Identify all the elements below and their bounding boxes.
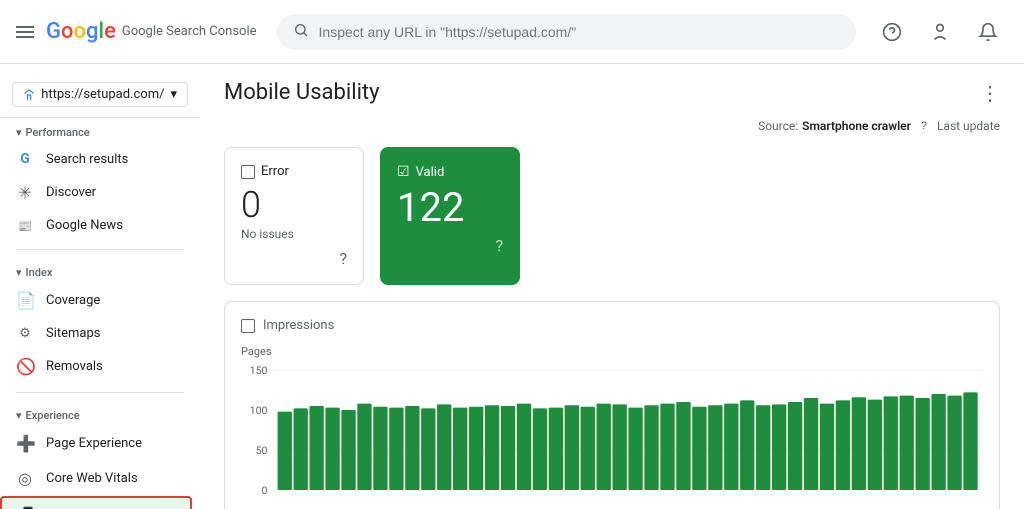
svg-text:100: 100 <box>250 404 268 417</box>
url-inspect-input[interactable] <box>319 24 840 40</box>
divider-2 <box>16 392 184 393</box>
chart-label: Impressions <box>263 318 334 333</box>
property-dropdown-icon: ▾ <box>170 87 177 102</box>
section-arrow-experience: ▾ <box>16 409 22 422</box>
sidebar-label-page-experience: Page Experience <box>46 436 142 451</box>
removals-icon: 🚫 <box>16 357 34 376</box>
property-selector-area: https://setupad.com/ ▾ <box>0 82 200 118</box>
section-arrow-index: ▾ <box>16 266 22 279</box>
sidebar-item-mobile-usability[interactable]: 📱 Mobile Usability <box>0 496 192 509</box>
svg-text:50: 50 <box>256 444 268 457</box>
sidebar-item-google-news[interactable]: 📰 Google News <box>0 210 192 241</box>
more-options-button[interactable]: ⋮ <box>980 81 1000 105</box>
valid-card-header: ☑ Valid <box>397 164 503 180</box>
sidebar-label-search-results: Search results <box>46 152 128 167</box>
section-index[interactable]: ▾ Index <box>0 258 200 283</box>
source-bar: Source: Smartphone crawler ? Last update <box>200 113 1024 147</box>
page-experience-icon: ➕ <box>16 434 34 453</box>
error-checkbox[interactable] <box>241 165 255 179</box>
discover-icon: ✳ <box>16 183 34 202</box>
help-button[interactable] <box>872 12 912 52</box>
sidebar-item-sitemaps[interactable]: ⚙ Sitemaps <box>0 318 192 349</box>
sidebar-item-coverage[interactable]: 📄 Coverage <box>0 283 192 318</box>
valid-count: 122 <box>397 188 503 228</box>
sidebar-label-core-web-vitals: Core Web Vitals <box>46 471 138 486</box>
status-cards: Error 0 No issues ? ☑ Valid 122 ? <box>224 147 1000 285</box>
chart-checkbox[interactable] <box>241 319 255 333</box>
divider-1 <box>16 249 184 250</box>
sidebar-item-removals[interactable]: 🚫 Removals <box>0 349 192 384</box>
source-value: Smartphone crawler <box>802 119 911 133</box>
error-count: 0 <box>241 187 347 223</box>
error-help-icon[interactable]: ? <box>241 249 347 268</box>
sidebar-label-google-news: Google News <box>46 218 123 233</box>
sidebar: https://setupad.com/ ▾ ▾ Performance G S… <box>0 64 200 509</box>
error-sublabel: No issues <box>241 227 347 241</box>
chart-area: 150 100 50 0 <box>241 360 983 509</box>
valid-card[interactable]: ☑ Valid 122 ? <box>380 147 520 285</box>
main-content: Mobile Usability ⋮ Source: Smartphone cr… <box>200 64 1024 509</box>
search-icon <box>293 22 309 42</box>
chart-card: Impressions Pages 150 100 50 0 <box>224 301 1000 509</box>
coverage-icon: 📄 <box>16 291 34 310</box>
property-url: https://setupad.com/ <box>41 87 164 102</box>
logo: Google Google Search Console <box>46 19 257 44</box>
valid-checkbox-checked: ☑ <box>397 164 410 180</box>
page-header: Mobile Usability ⋮ <box>200 64 1024 113</box>
error-card-header: Error <box>241 164 347 179</box>
section-performance[interactable]: ▾ Performance <box>0 118 200 143</box>
bar-chart: 150 100 50 0 <box>241 360 983 509</box>
main-layout: https://setupad.com/ ▾ ▾ Performance G S… <box>0 64 1024 509</box>
sidebar-item-discover[interactable]: ✳ Discover <box>0 175 192 210</box>
core-web-vitals-icon: ◎ <box>16 469 34 488</box>
sidebar-label-removals: Removals <box>46 359 103 374</box>
sidebar-item-search-results[interactable]: G Search results <box>0 143 192 175</box>
source-help-icon[interactable]: ? <box>915 117 933 135</box>
section-arrow-performance: ▾ <box>16 126 22 139</box>
notifications-button[interactable] <box>968 12 1008 52</box>
sitemaps-icon: ⚙ <box>16 326 34 341</box>
sidebar-item-core-web-vitals[interactable]: ◎ Core Web Vitals <box>0 461 192 496</box>
page-title: Mobile Usability <box>224 80 380 105</box>
sidebar-label-sitemaps: Sitemaps <box>46 326 101 341</box>
chart-header: Impressions <box>241 318 983 333</box>
error-card[interactable]: Error 0 No issues ? <box>224 147 364 285</box>
error-label: Error <box>261 164 289 179</box>
valid-label: Valid <box>416 165 445 180</box>
cards-area: Error 0 No issues ? ☑ Valid 122 ? <box>200 147 1024 509</box>
google-wordmark: Google <box>46 19 116 44</box>
sidebar-item-page-experience[interactable]: ➕ Page Experience <box>0 426 192 461</box>
sidebar-label-coverage: Coverage <box>46 293 100 308</box>
google-news-icon: 📰 <box>16 219 34 233</box>
source-label: Source: <box>758 119 798 133</box>
last-update-label: Last update <box>937 119 1000 133</box>
valid-help-icon[interactable]: ? <box>397 236 503 255</box>
account-button[interactable] <box>920 12 960 52</box>
top-action-icons <box>856 12 1008 52</box>
search-results-icon: G <box>16 151 34 167</box>
section-experience[interactable]: ▾ Experience <box>0 401 200 426</box>
svg-text:150: 150 <box>250 364 268 377</box>
product-name: Google Search Console <box>122 24 257 39</box>
url-inspect-bar[interactable] <box>277 14 856 50</box>
sidebar-label-discover: Discover <box>46 185 96 200</box>
hamburger-menu[interactable] <box>16 23 34 41</box>
y-axis-title: Pages <box>241 345 983 358</box>
property-selector[interactable]: https://setupad.com/ ▾ <box>12 82 188 107</box>
svg-text:0: 0 <box>262 484 268 497</box>
top-bar: Google Google Search Console <box>0 0 1024 64</box>
